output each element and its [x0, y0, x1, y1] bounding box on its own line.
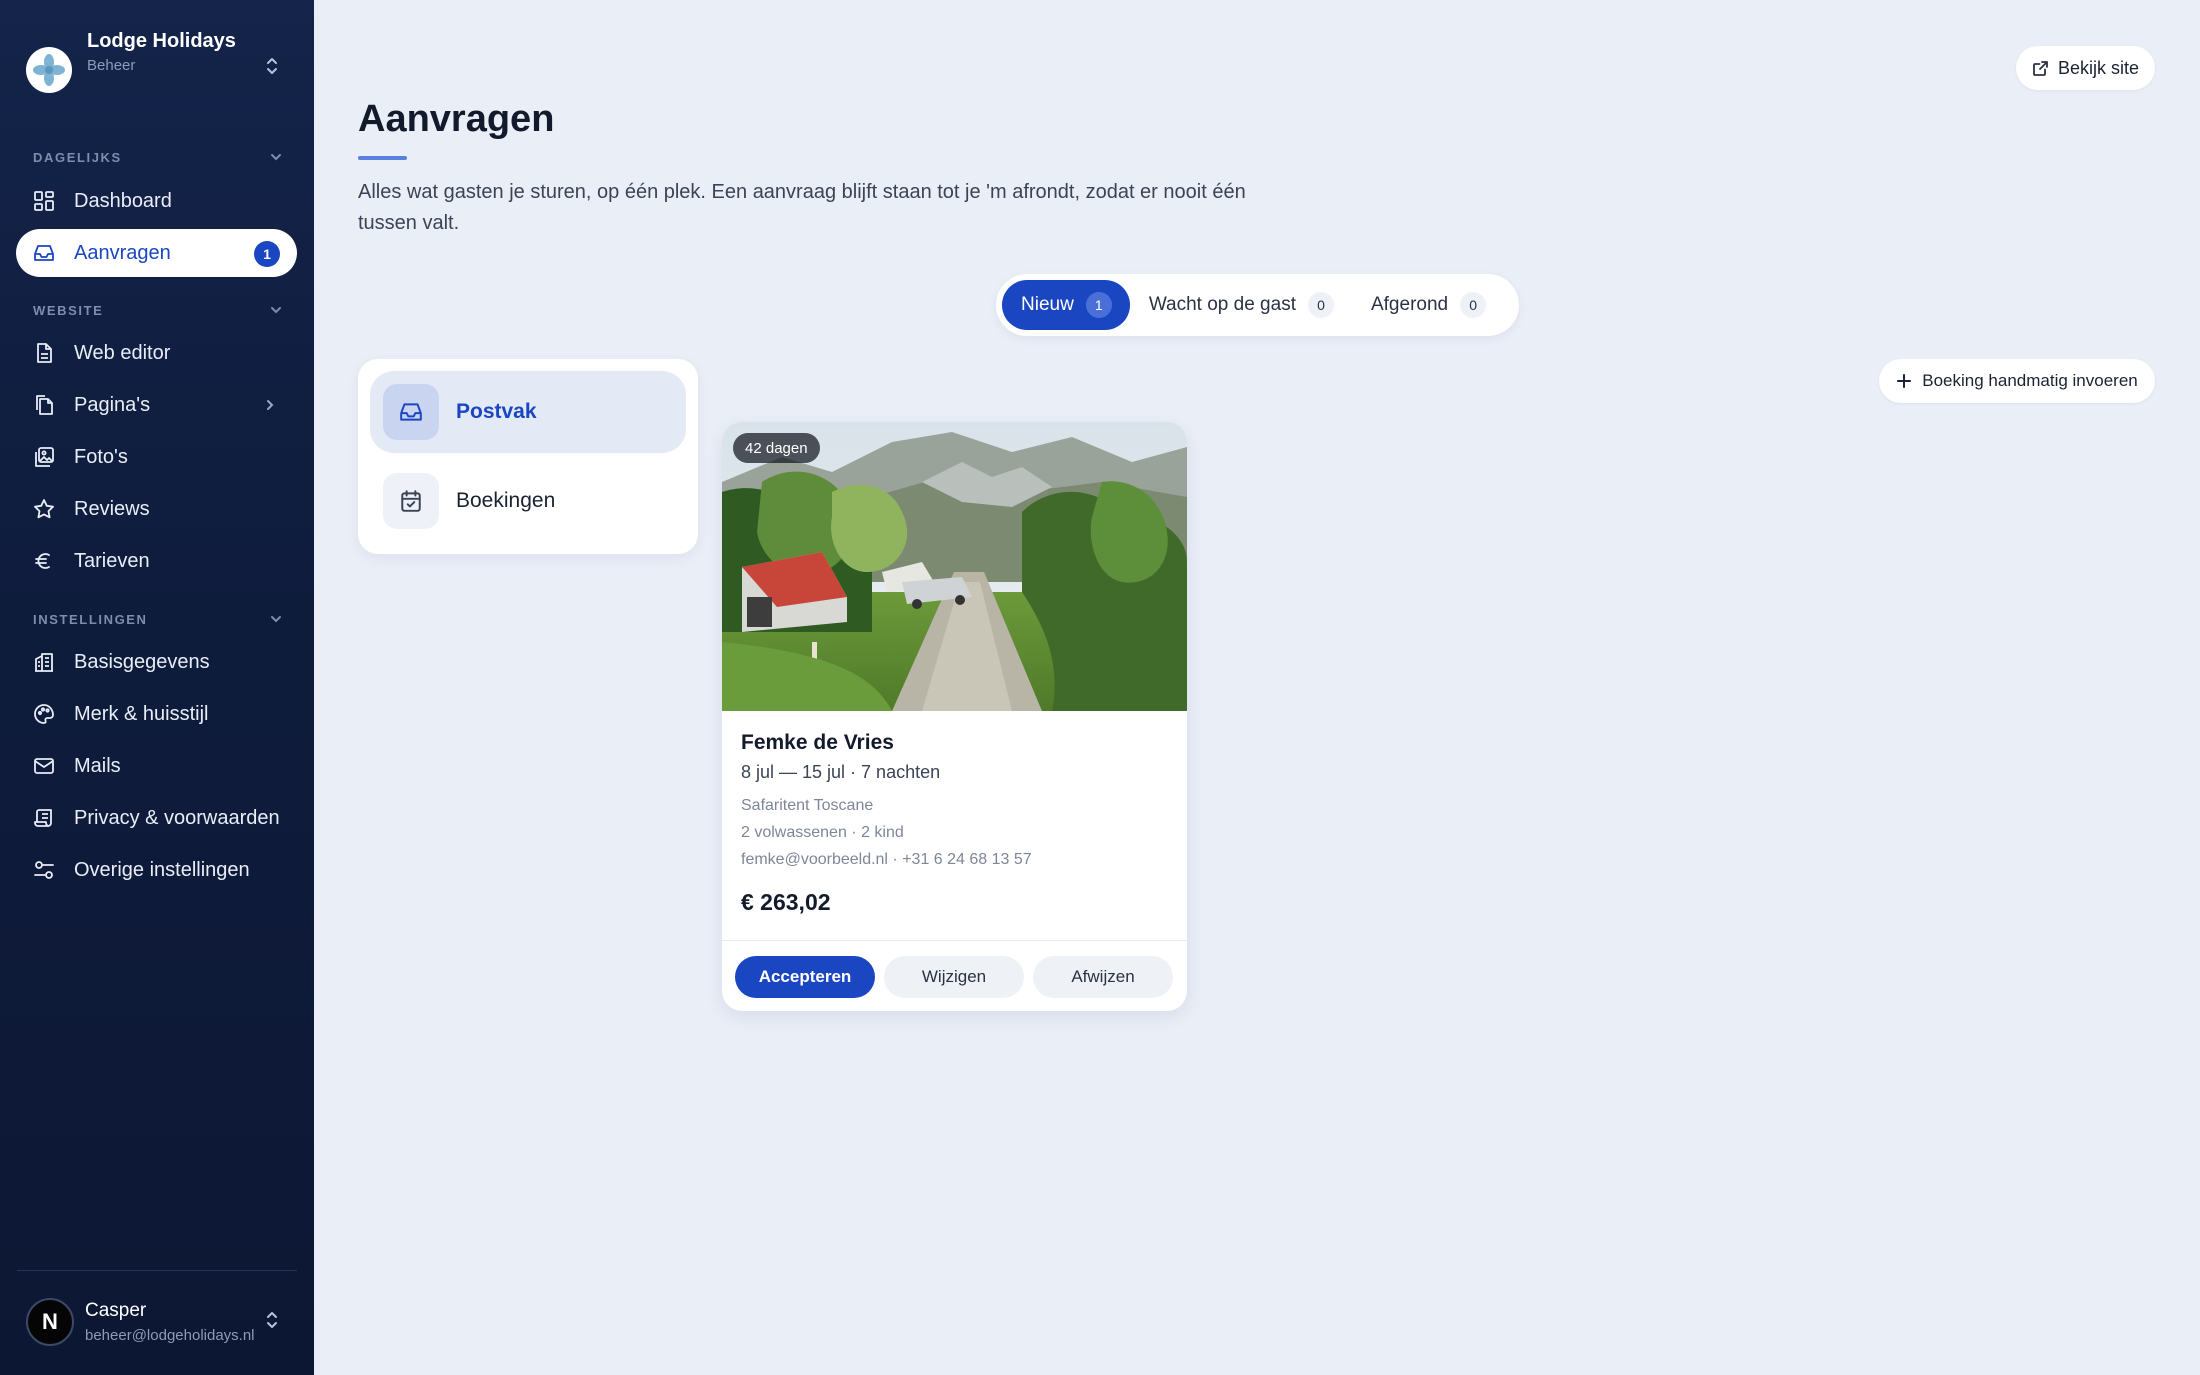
section-label: INSTELLINGEN	[33, 611, 148, 627]
user-menu[interactable]: N Casper beheer@lodgeholidays.nl	[26, 1295, 288, 1349]
section-label: WEBSITE	[33, 302, 104, 318]
sidebar-item-web-editor[interactable]: Web editor	[16, 329, 297, 377]
document-icon	[33, 342, 55, 364]
folder-label: Postvak	[456, 400, 537, 423]
view-site-button[interactable]: Bekijk site	[2016, 46, 2155, 90]
guest-contact: femke@voorbeeld.nl · +31 6 24 68 13 57	[741, 851, 1032, 868]
guest-count: 2 volwassenen · 2 kind	[741, 824, 904, 841]
title-underline	[358, 156, 407, 160]
sidebar-item-mails[interactable]: Mails	[16, 742, 297, 790]
sidebar-item-label: Web editor	[74, 341, 171, 364]
chevron-down-icon	[269, 303, 283, 317]
brand-name: Lodge Holidays	[87, 30, 236, 52]
page-title: Aanvragen	[358, 98, 555, 140]
sidebar-item-label: Dashboard	[74, 189, 172, 212]
section-instellingen[interactable]: INSTELLINGEN	[33, 609, 283, 629]
accept-button[interactable]: Accepteren	[735, 956, 875, 998]
reject-button[interactable]: Afwijzen	[1033, 956, 1173, 998]
stay-dates: 8 jul — 15 jul · 7 nachten	[741, 762, 941, 782]
view-site-label: Bekijk site	[2057, 57, 2140, 78]
external-link-icon	[2032, 60, 2058, 77]
page-description: Alles wat gasten je sturen, op één plek.…	[358, 181, 1246, 234]
tab-label: Wacht op de gast	[1148, 294, 1296, 315]
sidebar-item-label: Aanvragen	[74, 241, 171, 264]
sidebar-divider	[17, 1270, 297, 1271]
chevron-down-icon	[269, 612, 283, 626]
request-card[interactable]: 42 dagen Femke de Vries 8 jul — 15 jul ·…	[722, 422, 1187, 1011]
pages-icon	[33, 394, 55, 416]
chevron-up-down-icon	[264, 1310, 280, 1330]
sidebar-item-overige-instellingen[interactable]: Overige instellingen	[16, 846, 297, 894]
sidebar-item-fotos[interactable]: Foto's	[16, 433, 297, 481]
building-icon	[33, 651, 55, 673]
card-actions: Accepteren Wijzigen Afwijzen	[735, 956, 1182, 998]
sidebar-item-label: Pagina's	[74, 393, 151, 416]
sidebar-item-label: Merk & huisstijl	[74, 702, 209, 725]
folder-boekingen[interactable]: Boekingen	[370, 460, 686, 542]
tab-count-badge: 1	[1085, 292, 1112, 318]
tab-label: Nieuw	[1021, 294, 1074, 315]
avatar: N	[26, 1298, 74, 1346]
sidebar: Lodge Holidays Beheer DAGELIJKS Dashboar…	[0, 0, 314, 1375]
sidebar-item-label: Reviews	[74, 497, 150, 520]
sidebar-item-basisgegevens[interactable]: Basisgegevens	[16, 638, 297, 686]
dashboard-icon	[33, 190, 55, 212]
tab-afgerond[interactable]: Afgerond 0	[1352, 280, 1504, 330]
section-label: DAGELIJKS	[33, 149, 122, 165]
palette-icon	[33, 703, 55, 725]
user-name: Casper	[85, 1300, 147, 1321]
user-email: beheer@lodgeholidays.nl	[85, 1327, 255, 1344]
sidebar-item-label: Basisgegevens	[74, 650, 210, 673]
chevron-right-icon	[263, 398, 277, 412]
section-website[interactable]: WEBSITE	[33, 300, 283, 320]
sliders-icon	[33, 859, 55, 881]
sidebar-item-label: Foto's	[74, 445, 128, 468]
accommodation-name: Safaritent Toscane	[741, 797, 874, 814]
tab-count-badge: 0	[1460, 292, 1487, 318]
card-divider	[722, 940, 1187, 941]
inbox-icon	[383, 384, 439, 440]
sidebar-item-label: Tarieven	[74, 549, 150, 572]
age-badge: 42 dagen	[733, 433, 820, 463]
sidebar-item-privacy-voorwaarden[interactable]: Privacy & voorwaarden	[16, 794, 297, 842]
sidebar-item-paginas[interactable]: Pagina's	[16, 381, 297, 429]
accommodation-photo: 42 dagen	[722, 422, 1187, 711]
sidebar-item-label: Overige instellingen	[74, 858, 250, 881]
sidebar-item-label: Mails	[74, 754, 121, 777]
sidebar-item-merk-huisstijl[interactable]: Merk & huisstijl	[16, 690, 297, 738]
scroll-icon	[33, 807, 55, 829]
chevron-down-icon	[269, 150, 283, 164]
folder-postvak[interactable]: Postvak	[370, 371, 686, 453]
sidebar-item-dashboard[interactable]: Dashboard	[16, 177, 297, 225]
calendar-check-icon	[383, 473, 439, 529]
modify-button[interactable]: Wijzigen	[884, 956, 1024, 998]
euro-icon	[33, 550, 55, 572]
section-dagelijks[interactable]: DAGELIJKS	[33, 147, 283, 167]
sidebar-item-tarieven[interactable]: Tarieven	[16, 537, 297, 585]
star-icon	[33, 498, 55, 520]
sidebar-item-aanvragen[interactable]: Aanvragen 1	[16, 229, 297, 277]
tab-wacht-op-de-gast[interactable]: Wacht op de gast 0	[1130, 280, 1352, 330]
price: € 263,02	[741, 889, 831, 915]
tab-count-badge: 0	[1307, 292, 1334, 318]
tab-label: Afgerond	[1370, 294, 1449, 315]
sidebar-item-reviews[interactable]: Reviews	[16, 485, 297, 533]
plus-icon	[1896, 373, 1922, 389]
folder-label: Boekingen	[456, 489, 556, 512]
manual-booking-label: Boeking handmatig invoeren	[1922, 371, 2138, 390]
brand-logo	[26, 47, 72, 93]
chevron-up-down-icon	[264, 56, 280, 76]
guest-name: Femke de Vries	[741, 731, 894, 754]
folder-panel: Postvak Boekingen	[358, 359, 698, 554]
sidebar-item-label: Privacy & voorwaarden	[74, 806, 280, 829]
tab-nieuw[interactable]: Nieuw 1	[1002, 280, 1130, 330]
photos-icon	[33, 446, 55, 468]
brand-subtitle: Beheer	[87, 57, 136, 74]
status-tabs: Nieuw 1 Wacht op de gast 0 Afgerond 0	[996, 274, 1519, 336]
count-badge: 1	[254, 241, 280, 267]
manual-booking-button[interactable]: Boeking handmatig invoeren	[1879, 359, 2155, 403]
brand-switcher[interactable]: Lodge Holidays Beheer	[26, 28, 288, 108]
mail-icon	[33, 755, 55, 777]
inbox-icon	[33, 242, 55, 264]
